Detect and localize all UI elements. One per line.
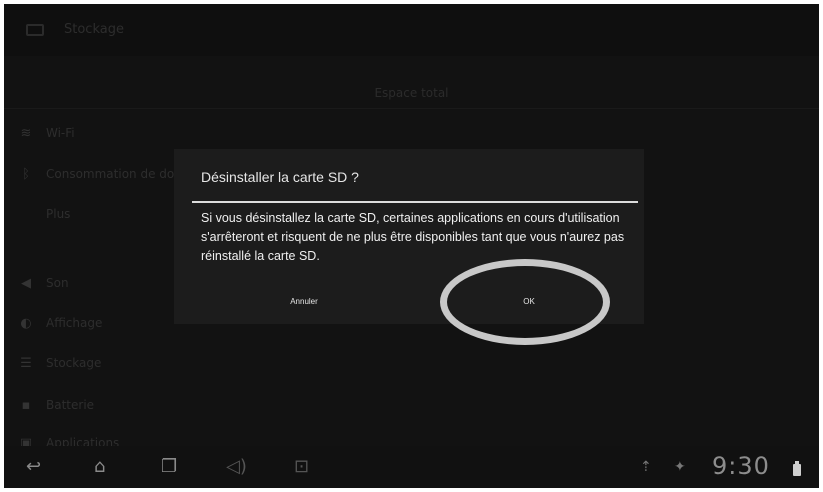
- ok-button[interactable]: OK: [459, 289, 599, 315]
- dialog-divider: [192, 201, 638, 203]
- dialog-title: Désinstaller la carte SD ?: [201, 169, 359, 185]
- screenshot-icon[interactable]: ⊡: [294, 456, 309, 478]
- usb-icon: ⇡: [640, 459, 652, 475]
- cancel-button[interactable]: Annuler: [234, 289, 374, 315]
- unmount-sd-dialog: Désinstaller la carte SD ? Si vous désin…: [174, 149, 644, 324]
- battery-icon: [793, 461, 801, 476]
- back-icon[interactable]: ↩: [26, 456, 41, 478]
- recent-apps-icon[interactable]: ❐: [161, 456, 177, 478]
- volume-icon[interactable]: ◁): [226, 456, 247, 478]
- home-icon[interactable]: ⌂: [94, 456, 105, 478]
- sd-card-icon: ✦: [674, 459, 686, 475]
- clock[interactable]: 9:30: [712, 452, 770, 480]
- system-navigation-bar: ↩ ⌂ ❐ ◁) ⊡ ⇡ ✦ 9:30: [4, 446, 819, 488]
- tablet-screen: Stockage Espace total ≋ Wi-Fi ᛒ Consomma…: [4, 4, 819, 488]
- dialog-message: Si vous désinstallez la carte SD, certai…: [201, 211, 625, 263]
